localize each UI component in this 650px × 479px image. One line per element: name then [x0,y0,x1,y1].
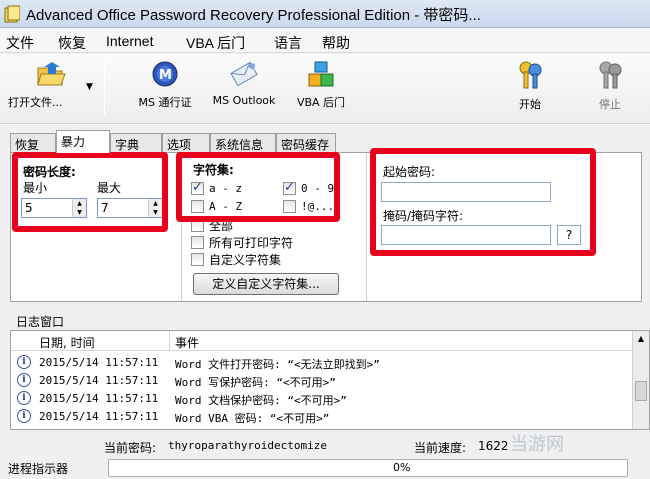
ms-passport-icon: M [152,61,178,87]
log-window-label: 日志窗口 [16,315,65,329]
svg-text:M: M [159,68,172,83]
open-dropdown-arrow-icon[interactable]: ▼ [86,82,93,92]
menu-vba[interactable]: VBA 后门 [186,33,245,53]
progress-bar: 0% [108,459,628,477]
open-file-label: 打开文件... [8,96,63,109]
stop-keys-icon [599,61,622,89]
start-button[interactable]: 开始 [508,60,552,112]
highlight-charset-box [176,152,340,222]
tab-password-cache[interactable]: 密码缓存 [276,133,336,153]
log-date: 2015/5/14 11:57:11 [39,392,159,405]
current-password-label: 当前密码: [104,441,157,455]
log-col-date[interactable]: 日期, 时间 [39,334,95,351]
window-title: Advanced Office Password Recovery Profes… [26,7,481,24]
log-event: Word 文档保护密码: “<不可用>” [175,394,347,407]
charset-printable-label: 所有可打印字符 [209,236,294,250]
log-row: i 2015/5/14 11:57:11 Word 文档保护密码: “<不可用>… [11,390,633,407]
app-key-icon [4,5,20,23]
vba-backdoor-button[interactable]: VBA 后门 [288,60,354,110]
menu-bar: 文件 恢复 Internet VBA 后门 语言 帮助 [0,29,650,53]
tab-brute-force[interactable]: 暴力 [56,130,110,153]
menu-recovery[interactable]: 恢复 [58,33,86,53]
menu-help[interactable]: 帮助 [322,33,350,53]
ms-outlook-button[interactable]: MS Outlook [206,60,282,107]
column-divider [169,331,170,351]
progress-label: 进程指示器 [8,462,69,476]
toolbar-separator [104,60,105,116]
log-date: 2015/5/14 11:57:11 [39,356,159,369]
highlight-start-mask-box [370,148,596,256]
start-label: 开始 [519,98,541,111]
progress-percent: 0% [393,461,411,474]
start-keys-icon [519,61,542,89]
watermark-logo: 当游网 [510,434,564,455]
log-row: i 2015/5/14 11:57:11 Word 文件打开密码: “<无法立即… [11,354,633,371]
ms-outlook-label: MS Outlook [212,94,276,107]
log-date: 2015/5/14 11:57:11 [39,374,159,387]
info-icon: i [17,373,31,387]
tab-system-info[interactable]: 系统信息 [210,133,276,153]
log-scrollbar[interactable]: ▲ [632,331,649,429]
toolbar: 打开文件... ▼ M MS 通行证 MS Outlook VBA 后门 开始 … [0,54,650,124]
log-event: Word VBA 密码: “<不可用>” [175,412,330,425]
charset-custom-label: 自定义字符集 [209,253,282,267]
info-icon: i [17,355,31,369]
charset-custom-checkbox[interactable] [191,253,204,266]
open-folder-icon [37,62,66,86]
progress-row: 进程指示器 0% [0,457,650,479]
log-row: i 2015/5/14 11:57:11 Word 写保护密码: “<不可用>” [11,372,633,389]
menu-file[interactable]: 文件 [6,33,34,53]
info-icon: i [17,391,31,405]
scroll-thumb[interactable] [635,381,647,401]
current-speed-label: 当前速度: [414,441,467,455]
highlight-length-box [12,152,168,232]
ms-passport-label: MS 通行证 [138,96,192,109]
menu-internet[interactable]: Internet [106,33,153,49]
stop-button[interactable]: 停止 [588,60,632,112]
log-window: 日期, 时间 事件 i 2015/5/14 11:57:11 Word 文件打开… [10,330,650,430]
menu-language[interactable]: 语言 [274,33,302,53]
log-event: Word 文件打开密码: “<无法立即找到>” [175,358,380,371]
log-date: 2015/5/14 11:57:11 [39,410,159,423]
log-row: i 2015/5/14 11:57:11 Word VBA 密码: “<不可用>… [11,408,633,425]
current-password-value: thyroparathyroidectomize [168,439,327,452]
tab-dictionary[interactable]: 字典 [110,133,162,153]
title-bar: Advanced Office Password Recovery Profes… [0,0,650,28]
stop-label: 停止 [599,98,621,111]
vba-backdoor-label: VBA 后门 [296,96,346,109]
vba-blocks-icon [308,61,334,87]
info-icon: i [17,409,31,423]
ms-passport-button[interactable]: M MS 通行证 [130,60,200,110]
define-custom-charset-button[interactable]: 定义自定义字符集... [193,273,339,295]
tab-recovery[interactable]: 恢复 [10,133,56,153]
current-speed-value: 1622 [478,439,509,453]
scroll-up-icon[interactable]: ▲ [633,331,649,347]
log-col-event[interactable]: 事件 [175,334,199,351]
outlook-envelope-icon [230,61,258,87]
tab-options[interactable]: 选项 [162,133,210,153]
charset-printable-checkbox[interactable] [191,236,204,249]
log-event: Word 写保护密码: “<不可用>” [175,376,336,389]
log-header: 日期, 时间 事件 [11,331,633,351]
open-file-button[interactable]: 打开文件... [8,60,94,110]
